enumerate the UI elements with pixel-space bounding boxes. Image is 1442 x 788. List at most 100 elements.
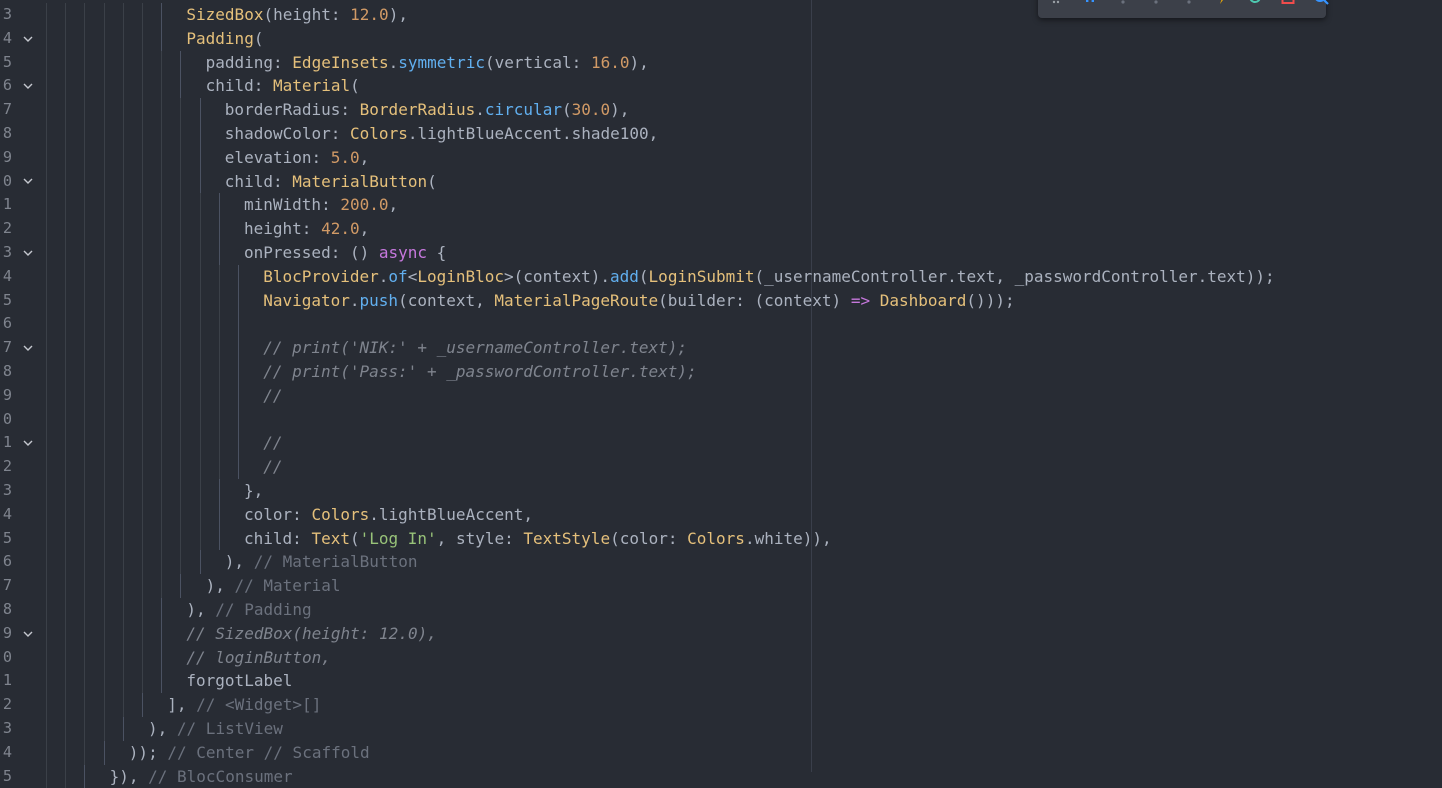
pause-icon[interactable]	[1081, 0, 1099, 6]
indent-guide	[46, 3, 47, 27]
hot-reload-icon[interactable]	[1213, 0, 1231, 6]
code-token: //	[263, 385, 283, 405]
code-line[interactable]: ), // Material	[206, 574, 341, 598]
step-into-icon[interactable]	[1147, 0, 1165, 6]
indent-guide	[65, 621, 67, 646]
code-token: // print('Pass:' + _passwordController.t…	[263, 362, 697, 381]
indent-guide	[84, 288, 86, 313]
code-token: LoginBloc	[417, 266, 505, 286]
indent-guide	[103, 360, 105, 384]
indent-guide	[180, 550, 182, 575]
indent-guide	[161, 336, 163, 360]
indent-guide	[122, 241, 124, 265]
code-line[interactable]: ], // <Widget>[]	[167, 693, 321, 717]
code-line[interactable]: // print('Pass:' + _passwordController.t…	[263, 360, 696, 384]
code-line[interactable]: ), // Padding	[186, 598, 311, 622]
indent-guide	[46, 550, 47, 575]
code-token: Colors	[350, 124, 408, 143]
code-line[interactable]: shadowColor: Colors.lightBlueAccent.shad…	[225, 122, 658, 146]
drag-handle-icon[interactable]	[1048, 0, 1066, 6]
code-line[interactable]: minWidth: 200.0,	[244, 193, 398, 217]
fold-chevron-icon[interactable]	[20, 336, 36, 360]
code-token: //	[263, 433, 283, 453]
line-number: 0	[2, 171, 12, 190]
code-editor[interactable]: 3 4 5 6 7 8 9 0 1 2 3 4 5 6 7 8 9 0 1 2 3 4 5 6 7 8 9 0 1 2 3 4 5 SizedB…	[0, 0, 1442, 788]
code-line[interactable]: padding: EdgeInsets.symmetric(vertical: …	[206, 51, 649, 75]
code-line[interactable]: //	[263, 431, 282, 455]
indent-guide	[84, 669, 86, 694]
code-token: (_usernameController.text, _passwordCont…	[754, 266, 1275, 286]
code-line[interactable]: }), // BlocConsumer	[110, 765, 293, 788]
indent-guide	[180, 383, 182, 408]
indent-guide	[84, 145, 86, 170]
code-line[interactable]: )); // Center // Scaffold	[129, 741, 370, 765]
code-token: SizedBox	[186, 5, 264, 24]
code-token: 30.0	[571, 100, 611, 120]
code-line[interactable]: //	[263, 384, 282, 408]
line-number: 7	[2, 576, 12, 595]
code-token: elevation:	[224, 147, 331, 167]
code-line[interactable]: child: Text('Log In', style: TextStyle(c…	[244, 527, 832, 551]
code-line[interactable]: forgotLabel	[186, 669, 292, 693]
indent-guide	[199, 122, 201, 146]
indent-guide	[199, 502, 201, 527]
indent-guide	[142, 312, 143, 337]
code-line[interactable]: // loginButton,	[186, 646, 331, 670]
code-line[interactable]: Navigator.push(context, MaterialPageRout…	[263, 289, 1014, 313]
fold-chevron-icon[interactable]	[20, 622, 36, 646]
stop-icon[interactable]	[1279, 0, 1297, 6]
code-line[interactable]: ), // ListView	[148, 717, 283, 741]
code-token: (	[350, 76, 360, 96]
indent-guide	[122, 502, 124, 527]
code-token: child:	[205, 76, 274, 96]
code-line[interactable]: color: Colors.lightBlueAccent,	[244, 503, 533, 527]
code-token: ,	[388, 195, 399, 215]
code-line[interactable]: child: MaterialButton(	[225, 170, 437, 194]
indent-guide	[218, 312, 220, 337]
code-line[interactable]: height: 42.0,	[244, 217, 369, 241]
indent-guide	[238, 336, 239, 360]
indent-guide	[218, 455, 220, 479]
indent-guide	[46, 98, 47, 122]
code-token: //	[263, 457, 283, 477]
fold-chevron-icon[interactable]	[20, 170, 36, 194]
code-line[interactable]: ), // MaterialButton	[225, 550, 418, 574]
indent-guide	[122, 26, 124, 51]
fold-chevron-icon[interactable]	[20, 241, 36, 265]
code-line[interactable]: elevation: 5.0,	[225, 146, 370, 170]
code-line[interactable]: },	[244, 479, 263, 503]
code-line[interactable]: Padding(	[186, 27, 263, 51]
indent-guide	[65, 26, 67, 51]
code-line[interactable]: child: Material(	[206, 74, 360, 98]
open-devtools-icon[interactable]	[1312, 0, 1330, 6]
fold-chevron-icon[interactable]	[20, 27, 36, 51]
code-token: Colors	[311, 504, 370, 524]
indent-guide	[84, 193, 86, 218]
step-out-icon[interactable]	[1180, 0, 1198, 6]
indent-guide	[199, 550, 201, 575]
fold-chevron-icon[interactable]	[20, 74, 36, 98]
code-token: (	[349, 528, 360, 548]
code-line[interactable]: onPressed: () async {	[244, 241, 446, 265]
step-over-icon[interactable]	[1114, 0, 1132, 6]
code-token: child:	[244, 528, 312, 548]
restart-icon[interactable]	[1246, 0, 1264, 6]
line-number: 8	[2, 124, 12, 142]
indent-guide	[161, 145, 163, 170]
indent-guide	[142, 621, 143, 646]
indent-guide	[142, 193, 143, 218]
code-line[interactable]: // print('NIK:' + _usernameController.te…	[263, 336, 687, 360]
indent-guide	[142, 574, 143, 598]
indent-guide	[65, 645, 67, 670]
indent-guide	[103, 241, 105, 265]
code-line[interactable]: BlocProvider.of<LoginBloc>(context).add(…	[263, 265, 1275, 289]
code-token: forgotLabel	[186, 671, 293, 691]
indent-guide	[122, 98, 124, 122]
code-token: Dashboard	[879, 290, 967, 310]
code-line[interactable]: // SizedBox(height: 12.0),	[186, 622, 436, 646]
code-line[interactable]: //	[263, 455, 282, 479]
code-line[interactable]: SizedBox(height: 12.0),	[186, 3, 408, 27]
fold-chevron-icon[interactable]	[20, 431, 36, 455]
indent-guide	[84, 764, 86, 788]
code-line[interactable]: borderRadius: BorderRadius.circular(30.0…	[225, 98, 630, 122]
